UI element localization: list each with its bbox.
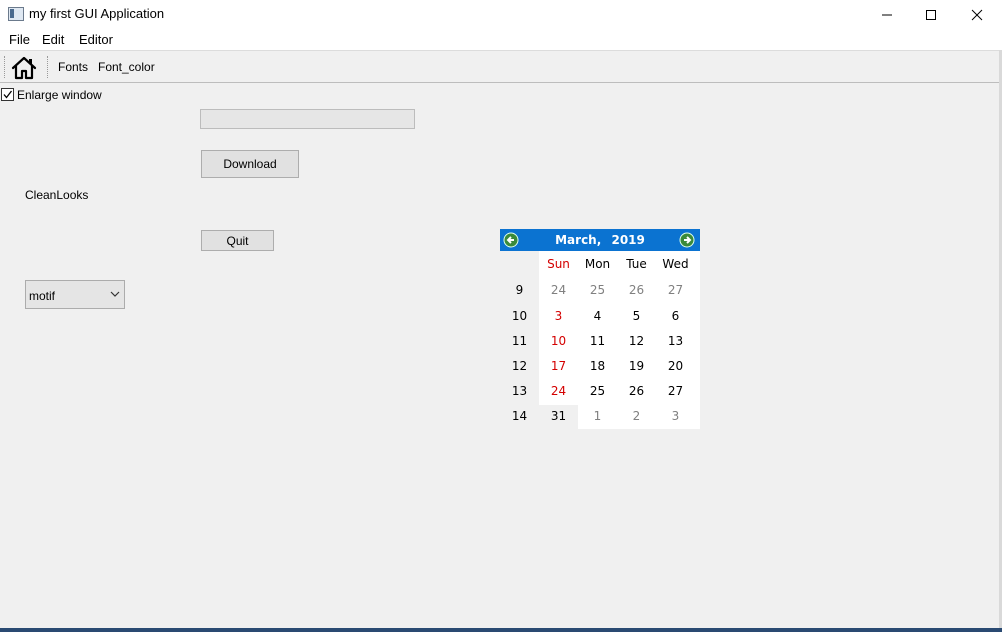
minimize-button[interactable] (864, 0, 910, 29)
font-color-action[interactable]: Font_color (98, 60, 155, 74)
calendar-day[interactable]: 27 (656, 283, 695, 297)
calendar-day[interactable]: 11 (578, 334, 617, 348)
week-number: 9 (515, 283, 524, 297)
calendar-day[interactable]: 17 (539, 359, 578, 373)
next-month-icon[interactable] (679, 232, 695, 248)
calendar-day[interactable]: 26 (617, 283, 656, 297)
calendar-day[interactable]: 4 (578, 309, 617, 323)
calendar-day[interactable]: 18 (578, 359, 617, 373)
calendar-day[interactable]: 2 (617, 409, 656, 423)
minimize-icon (882, 14, 892, 15)
calendar-day[interactable]: 13 (656, 334, 695, 348)
calendar-day[interactable]: 3 (539, 309, 578, 323)
close-button[interactable] (954, 0, 1000, 29)
title-bar: my first GUI Application (0, 0, 1002, 29)
progress-bar (200, 109, 415, 129)
quit-button[interactable]: Quit (201, 230, 274, 251)
calendar-day[interactable]: 25 (578, 283, 617, 297)
calendar-day[interactable]: 19 (617, 359, 656, 373)
week-number: 12 (511, 359, 528, 373)
maximize-button[interactable] (908, 0, 954, 29)
calendar-day[interactable]: 24 (539, 283, 578, 297)
calendar-year[interactable]: 2019 (611, 233, 644, 247)
menu-bar: File Edit Editor (0, 29, 1002, 50)
calendar-widget[interactable]: March, 2019 Sun Mon Tue Wed 9 24 25 26 27 10 3 4 5 6 1… (500, 229, 700, 429)
calendar-day[interactable]: 5 (617, 309, 656, 323)
menu-file[interactable]: File (8, 32, 31, 47)
enlarge-window-checkbox[interactable] (1, 88, 14, 101)
calendar-day[interactable]: 31 (539, 409, 578, 423)
fonts-action[interactable]: Fonts (58, 60, 88, 74)
calendar-day[interactable]: 25 (578, 384, 617, 398)
home-button[interactable] (9, 54, 39, 81)
calendar-day[interactable]: 1 (578, 409, 617, 423)
day-header-wed: Wed (662, 257, 689, 271)
calendar-title: March, 2019 (500, 233, 700, 247)
toolbar-separator (47, 56, 49, 78)
day-header-sun: Sun (547, 257, 570, 271)
day-header-mon: Mon (584, 257, 611, 271)
week-number: 11 (511, 334, 528, 348)
chevron-down-icon (110, 291, 120, 297)
calendar-day[interactable]: 12 (617, 334, 656, 348)
toolbar-grip[interactable] (4, 56, 6, 78)
calendar-day[interactable]: 10 (539, 334, 578, 348)
style-label: CleanLooks (25, 188, 89, 202)
menu-editor[interactable]: Editor (78, 32, 114, 47)
calendar-day[interactable]: 20 (656, 359, 695, 373)
week-number: 13 (511, 384, 528, 398)
week-number: 10 (511, 309, 528, 323)
home-icon (11, 56, 37, 79)
menu-edit[interactable]: Edit (41, 32, 65, 47)
calendar-day[interactable]: 3 (656, 409, 695, 423)
close-icon (971, 9, 983, 20)
download-button[interactable]: Download (201, 150, 299, 178)
calendar-month[interactable]: March, (555, 233, 601, 247)
maximize-icon (926, 9, 936, 20)
week-number: 14 (511, 409, 528, 423)
calendar-day[interactable]: 6 (656, 309, 695, 323)
window-title: my first GUI Application (29, 6, 165, 21)
checkmark-icon (3, 90, 13, 99)
toolbar: Fonts Font_color (0, 50, 1002, 83)
calendar-day[interactable]: 27 (656, 384, 695, 398)
app-icon (8, 7, 24, 21)
calendar-day[interactable]: 26 (617, 384, 656, 398)
enlarge-window-label[interactable]: Enlarge window (17, 88, 102, 102)
calendar-day[interactable]: 24 (539, 384, 578, 398)
day-header-tue: Tue (626, 257, 647, 271)
taskbar-strip (0, 628, 1002, 632)
calendar-header: March, 2019 (500, 229, 700, 251)
combobox-value: motif (29, 289, 56, 303)
style-combobox[interactable]: motif (25, 280, 125, 309)
